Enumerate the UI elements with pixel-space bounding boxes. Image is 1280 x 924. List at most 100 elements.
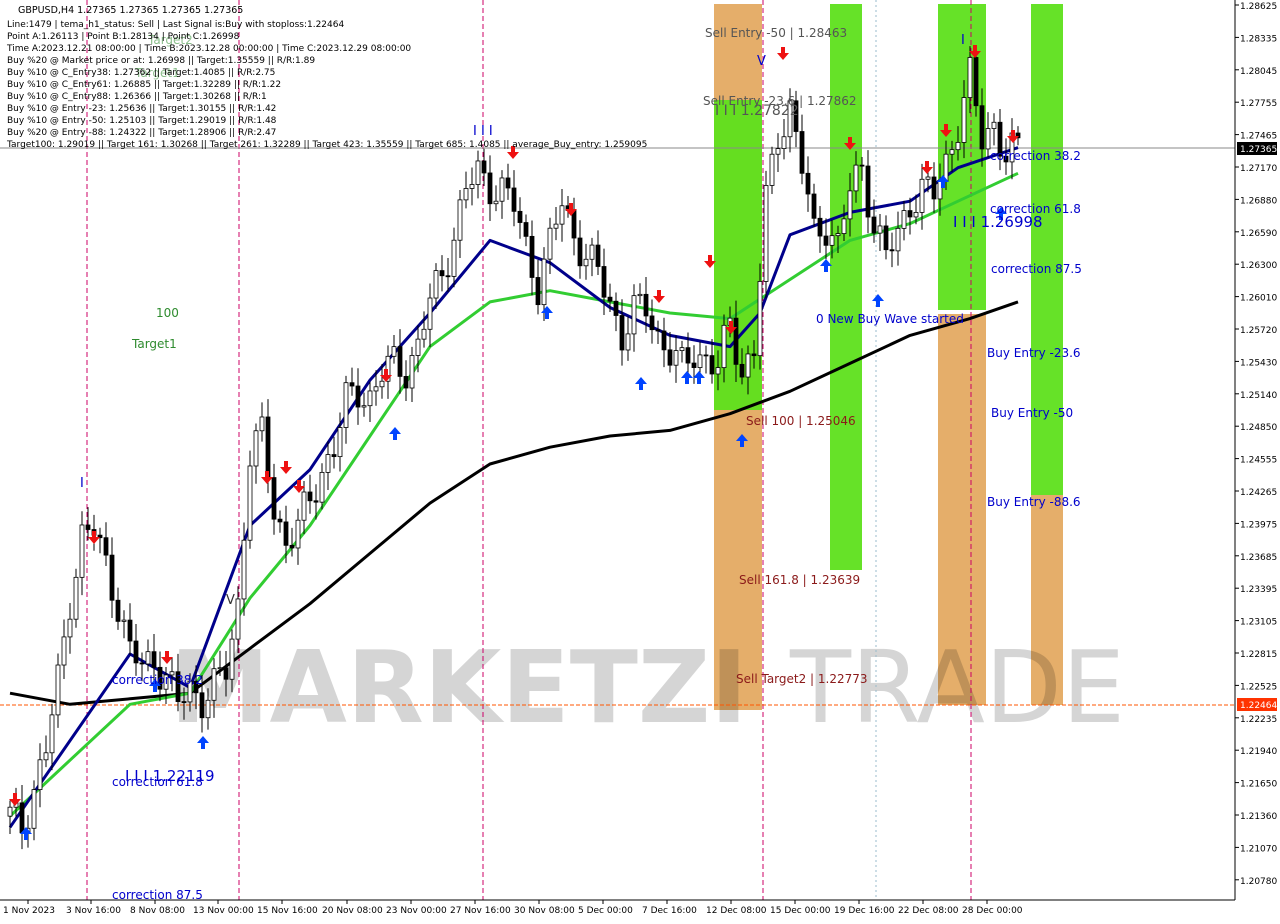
candle-body [337, 427, 343, 458]
candle-body [625, 333, 631, 351]
info-line: Buy %10 @ Entry -50: 1.25103 || Target:1… [7, 116, 277, 126]
candle-body [613, 300, 619, 316]
sell-target2-label: Sell Target2 | 1.22773 [736, 672, 868, 686]
candle-body [601, 266, 607, 298]
candle-body [7, 806, 13, 817]
candle-body [301, 491, 307, 521]
candle-body [511, 187, 517, 212]
sell-arrow [9, 793, 21, 806]
candle-body [61, 636, 67, 666]
marker-i-a: I [80, 476, 84, 491]
price-tick-label: 1.23685 [1240, 553, 1277, 563]
candle-body [721, 324, 727, 369]
sell-arrow [921, 161, 933, 174]
candle-body [871, 216, 877, 234]
candle-body [127, 619, 133, 642]
candle-body [763, 185, 769, 282]
candle-body [757, 281, 763, 357]
sell-arrow [653, 290, 665, 303]
time-tick-label: 7 Dec 16:00 [642, 906, 697, 916]
candle-body [133, 640, 139, 664]
candle-body [769, 153, 775, 186]
info-line: Time A:2023.12.21 08:00:00 | Time B:2023… [6, 44, 411, 54]
price-chart: MARKETZI TRADE Sell Entry -50 | 1.28463 … [0, 0, 1277, 916]
candle-body [907, 210, 913, 218]
candle-body [661, 330, 667, 351]
candle-body [421, 328, 427, 340]
candle-body [655, 329, 661, 332]
price-tick-label: 1.20780 [1240, 877, 1277, 887]
candle-body [151, 651, 157, 668]
candle-body [391, 346, 397, 357]
buy-arrow [541, 306, 553, 319]
info-line: Buy %20 @ Market price or at: 1.26998 ||… [7, 56, 315, 66]
pattern-a-label: I I I 1.27822 [715, 103, 799, 119]
info-line: Point A:1.26113 | Point B:1.28134 | Poin… [7, 32, 240, 42]
candle-body [529, 235, 535, 278]
candle-body [181, 701, 187, 703]
candle-body [253, 430, 259, 467]
candle-body [283, 521, 289, 546]
marker-v2: V [226, 593, 235, 608]
candle-body [919, 178, 925, 213]
candle-body [367, 390, 373, 407]
candle-body [409, 355, 415, 389]
marker-i-b: I [961, 33, 965, 48]
info-line: Target100: 1.29019 || Target 161: 1.3026… [6, 140, 647, 150]
candle-body [313, 500, 319, 503]
price-tick-label: 1.23975 [1240, 520, 1277, 530]
candle-body [379, 380, 385, 388]
candle-body [397, 346, 403, 377]
candle-body [31, 789, 37, 829]
candle-body [559, 205, 565, 225]
sell-arrow [280, 461, 292, 474]
candle-body [745, 353, 751, 378]
candle-body [979, 105, 985, 150]
candle-body [55, 664, 61, 716]
watermark-bold: MARKETZI [170, 629, 748, 746]
symbol-line: GBPUSD,H4 1.27365 1.27365 1.27365 1.2736… [18, 5, 243, 16]
info-line: Buy %20 @ Entry -88: 1.24322 || Target:1… [7, 128, 276, 138]
price-tick-label: 1.25720 [1240, 326, 1277, 336]
price-tick-label: 1.24850 [1240, 423, 1277, 433]
time-tick-label: 8 Nov 08:00 [130, 906, 185, 916]
sell-arrow [261, 471, 273, 484]
candle-body [685, 347, 691, 364]
price-tick-label: 1.24265 [1240, 488, 1277, 498]
candle-body [505, 177, 511, 189]
sell-entry-50-label: Sell Entry -50 | 1.28463 [705, 26, 847, 40]
candle-body [823, 235, 829, 246]
candle-body [739, 363, 745, 378]
price-tick-label: 1.27170 [1240, 164, 1277, 174]
candle-body [709, 355, 715, 375]
candle-body [775, 148, 781, 155]
candle-body [847, 190, 853, 220]
time-tick-label: 23 Nov 00:00 [386, 906, 447, 916]
price-tick-label: 1.28045 [1240, 67, 1277, 77]
candle-body [697, 354, 703, 368]
candle-body [259, 416, 265, 432]
correction-38-right: correction 38.2 [990, 149, 1081, 163]
candle-body [19, 802, 25, 834]
time-tick-label: 20 Nov 08:00 [322, 906, 383, 916]
price-tick-label: 1.24555 [1240, 456, 1277, 466]
candle-body [985, 128, 991, 150]
time-tick-label: 30 Nov 08:00 [514, 906, 575, 916]
time-tick-label: 19 Dec 16:00 [834, 906, 895, 916]
candle-body [895, 227, 901, 252]
price-tick-label: 1.26590 [1240, 229, 1277, 239]
candle-body [433, 270, 439, 299]
candle-body [307, 491, 313, 502]
info-line: Buy %10 @ C_Entry88: 1.26366 || Target:1… [7, 92, 267, 102]
candle-body [211, 668, 217, 701]
price-tick-label: 1.22815 [1240, 650, 1277, 660]
candle-body [199, 692, 205, 719]
candle-body [679, 347, 685, 352]
candle-body [415, 338, 421, 356]
sell-arrow [1007, 130, 1019, 143]
price-tick-label: 1.28625 [1240, 2, 1277, 12]
price-tick-label: 1.26010 [1240, 294, 1277, 304]
candle-body [973, 57, 979, 107]
candle-body [835, 233, 841, 237]
candle-body [469, 184, 475, 189]
